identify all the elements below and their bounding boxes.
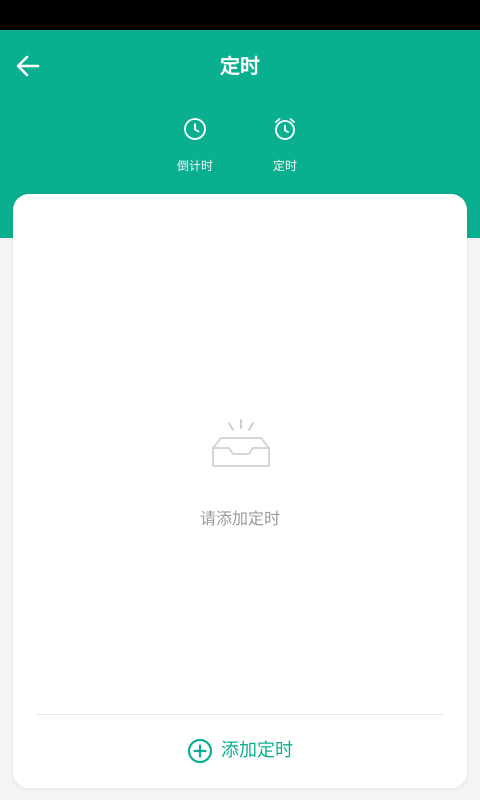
empty-state-text: 请添加定时 [199, 509, 280, 528]
alarm-clock-icon [275, 118, 295, 140]
empty-inbox-icon [212, 419, 270, 467]
status-bar [0, 0, 480, 30]
divider [37, 714, 443, 715]
clock-icon [184, 118, 206, 140]
add-timer-label: 添加定时 [221, 740, 293, 761]
tab-timer[interactable]: 定时 [245, 116, 325, 182]
screen: 定时 倒计时 定时 请添加定时 添加定时 [0, 0, 480, 800]
add-timer-button[interactable]: 添加定时 [13, 726, 467, 776]
tab-countdown-label: 倒计时 [176, 159, 213, 173]
tab-timer-label: 定时 [272, 159, 297, 173]
tab-countdown[interactable]: 倒计时 [155, 116, 235, 182]
plus-circle-icon [187, 738, 213, 764]
page-title: 定时 [220, 54, 260, 78]
timer-list-card: 请添加定时 添加定时 [13, 194, 467, 788]
